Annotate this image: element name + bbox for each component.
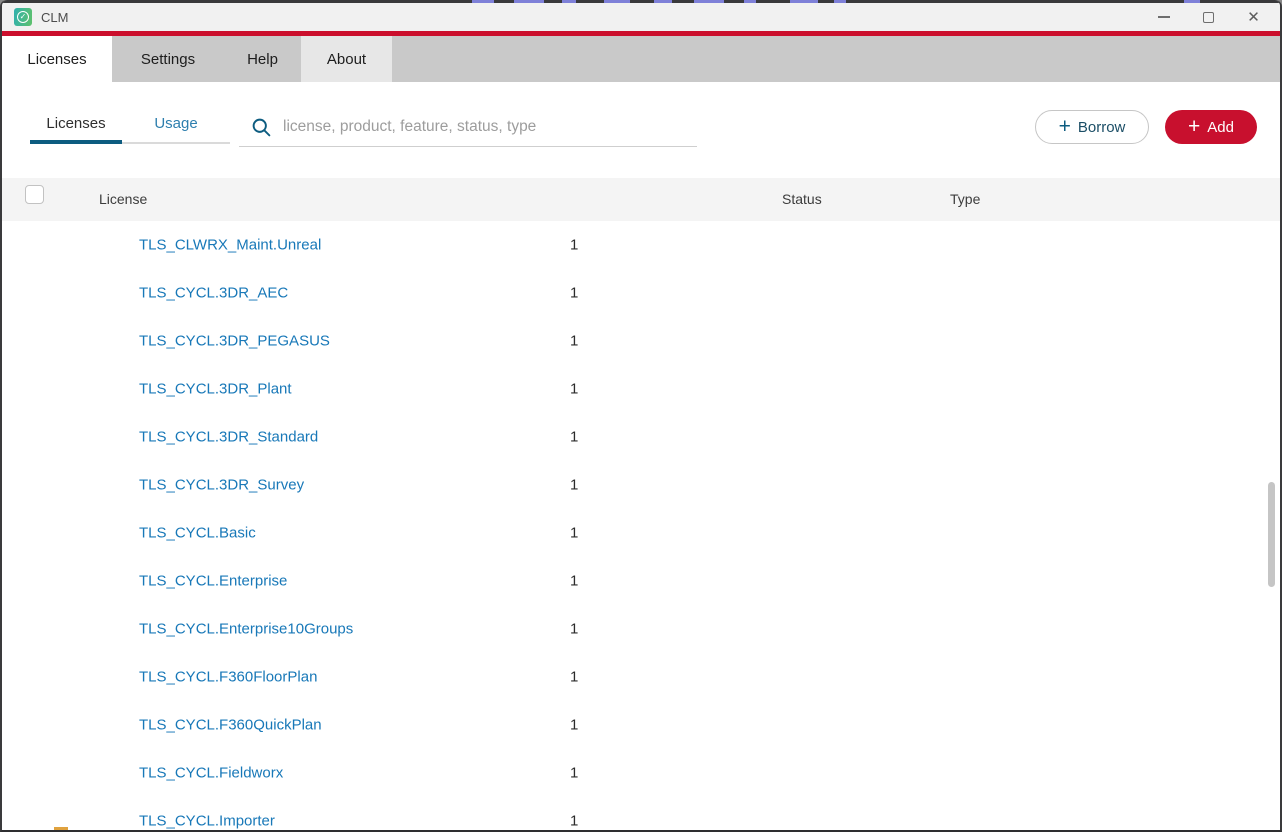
subtab-licenses[interactable]: Licenses	[30, 115, 122, 132]
tab-label: Licenses	[27, 50, 87, 68]
subtab-usage[interactable]: Usage	[122, 115, 230, 132]
close-button[interactable]: ✕	[1231, 3, 1276, 31]
table-row: TLS_CYCL.Basic 1	[2, 509, 1280, 557]
artifact-mark	[654, 0, 672, 3]
artifact-mark	[790, 0, 818, 3]
tab-licenses[interactable]: Licenses	[2, 36, 112, 82]
artifact-mark	[834, 0, 846, 3]
main-tab-bar: Licenses Settings Help About	[2, 36, 1280, 82]
artifact-mark	[514, 0, 544, 3]
artifact-mark	[472, 0, 494, 3]
artifact-mark	[1184, 0, 1200, 3]
borrow-button-label: Borrow	[1077, 118, 1126, 136]
column-header-license: License	[99, 191, 148, 207]
table-row: TLS_CYCL.3DR_PEGASUS 1	[2, 317, 1280, 365]
license-count: 1	[570, 236, 579, 254]
tab-label: About	[326, 50, 367, 68]
table-row: TLS_CLWRX_Maint.Unreal 1	[2, 221, 1280, 269]
app-window: ✓ CLM ✕ Licenses Settings Help About Lic…	[0, 0, 1282, 832]
window-controls: ✕	[1141, 3, 1276, 31]
minimize-button[interactable]	[1141, 3, 1186, 31]
window-title: CLM	[41, 9, 69, 25]
table-body: TLS_CLWRX_Maint.Unreal 1 TLS_CYCL.3DR_AEC 1…	[2, 221, 1280, 830]
search-icon	[252, 118, 271, 137]
subtab-underline	[122, 142, 230, 144]
license-link[interactable]: TLS_CYCL.Importer	[139, 813, 275, 830]
license-count: 1	[570, 716, 579, 734]
plus-icon: +	[1058, 114, 1071, 138]
table-row: TLS_CYCL.Enterprise10Groups 1	[2, 605, 1280, 653]
license-count: 1	[570, 764, 579, 782]
table-row: TLS_CYCL.Importer 1	[2, 797, 1280, 830]
search-underline	[239, 146, 697, 147]
column-header-type: Type	[950, 191, 981, 207]
screen-artifact-strip	[2, 0, 1280, 3]
tab-label: Settings	[140, 50, 196, 68]
artifact-mark	[604, 0, 630, 3]
maximize-icon	[1203, 11, 1214, 23]
license-count: 1	[570, 332, 579, 350]
license-count: 1	[570, 476, 579, 494]
add-button-label: Add	[1207, 118, 1234, 136]
title-bar: ✓ CLM ✕	[2, 3, 1280, 31]
table-row: TLS_CYCL.Enterprise 1	[2, 557, 1280, 605]
close-icon: ✕	[1247, 8, 1260, 26]
license-count: 1	[570, 524, 579, 542]
add-button[interactable]: + Add	[1165, 110, 1257, 144]
license-link[interactable]: TLS_CYCL.Fieldworx	[139, 765, 283, 782]
minimize-icon	[1157, 16, 1170, 18]
accent-divider	[2, 31, 1280, 36]
license-link[interactable]: TLS_CLWRX_Maint.Unreal	[139, 237, 321, 254]
select-all-checkbox[interactable]	[25, 185, 44, 204]
table-row: TLS_CYCL.3DR_AEC 1	[2, 269, 1280, 317]
license-count: 1	[570, 572, 579, 590]
search-input[interactable]	[283, 113, 688, 141]
table-row: TLS_CYCL.3DR_Survey 1	[2, 461, 1280, 509]
check-circle-icon: ✓	[17, 11, 29, 23]
license-count: 1	[570, 668, 579, 686]
license-link[interactable]: TLS_CYCL.3DR_Standard	[139, 429, 318, 446]
plus-icon: +	[1188, 114, 1201, 138]
license-link[interactable]: TLS_CYCL.3DR_Plant	[139, 381, 292, 398]
artifact-mark	[54, 827, 68, 830]
borrow-button[interactable]: + Borrow	[1035, 110, 1149, 144]
active-subtab-underline	[30, 140, 122, 144]
license-link[interactable]: TLS_CYCL.Enterprise10Groups	[139, 621, 353, 638]
column-header-status: Status	[782, 191, 822, 207]
license-link[interactable]: TLS_CYCL.3DR_PEGASUS	[139, 333, 330, 350]
license-link[interactable]: TLS_CYCL.F360QuickPlan	[139, 717, 322, 734]
artifact-mark	[562, 0, 576, 3]
license-link[interactable]: TLS_CYCL.Basic	[139, 525, 256, 542]
license-count: 1	[570, 620, 579, 638]
main-content: Licenses Usage + Borrow + Add License St…	[2, 82, 1280, 830]
license-link[interactable]: TLS_CYCL.Enterprise	[139, 573, 287, 590]
table-row: TLS_CYCL.3DR_Standard 1	[2, 413, 1280, 461]
tab-help[interactable]: Help	[224, 36, 301, 82]
tab-about[interactable]: About	[301, 36, 392, 82]
table-row: TLS_CYCL.F360QuickPlan 1	[2, 701, 1280, 749]
scrollbar-thumb[interactable]	[1268, 482, 1275, 587]
artifact-mark	[694, 0, 724, 3]
tab-label: Help	[247, 50, 278, 68]
license-link[interactable]: TLS_CYCL.3DR_AEC	[139, 285, 288, 302]
tab-settings[interactable]: Settings	[112, 36, 224, 82]
license-count: 1	[570, 812, 579, 830]
table-row: TLS_CYCL.F360FloorPlan 1	[2, 653, 1280, 701]
maximize-button[interactable]	[1186, 3, 1231, 31]
license-link[interactable]: TLS_CYCL.F360FloorPlan	[139, 669, 317, 686]
license-link[interactable]: TLS_CYCL.3DR_Survey	[139, 477, 304, 494]
app-logo-icon: ✓	[14, 8, 32, 26]
license-count: 1	[570, 428, 579, 446]
license-count: 1	[570, 380, 579, 398]
license-count: 1	[570, 284, 579, 302]
table-header: License Status Type	[2, 178, 1280, 221]
table-row: TLS_CYCL.Fieldworx 1	[2, 749, 1280, 797]
artifact-mark	[744, 0, 756, 3]
table-row: TLS_CYCL.3DR_Plant 1	[2, 365, 1280, 413]
